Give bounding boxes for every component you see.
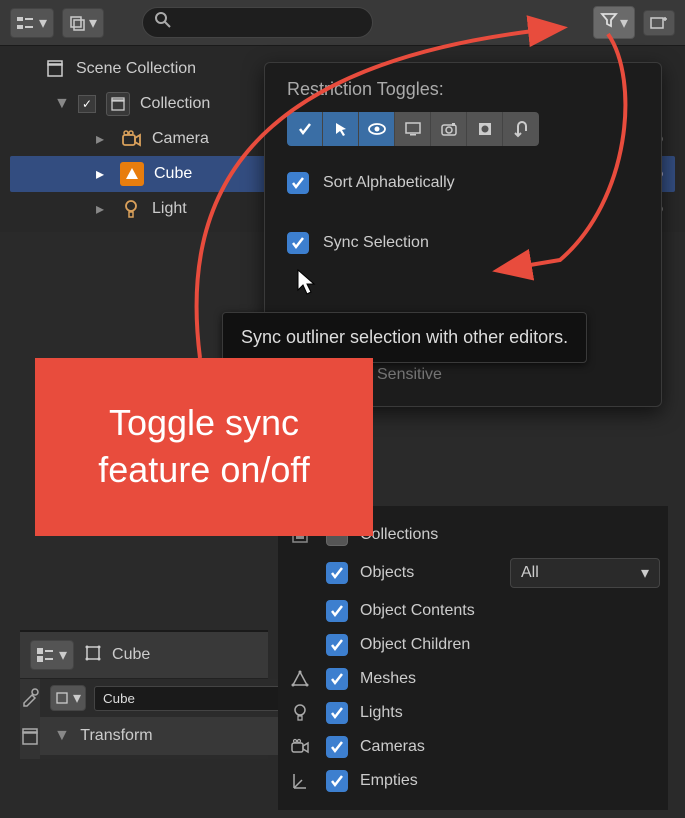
toggle-selectable[interactable]: [287, 112, 323, 146]
filter-object-children-row[interactable]: Object Children: [286, 628, 660, 662]
collection-icon: [106, 92, 130, 116]
scene-icon: [44, 58, 66, 80]
filter-objects-row[interactable]: Objects All ▾: [286, 552, 660, 594]
search-icon: [155, 12, 171, 33]
mesh-icon: [120, 162, 144, 186]
chevron-down-icon: ▾: [73, 688, 81, 708]
annotation-callout: Toggle sync feature on/off: [35, 358, 373, 536]
expand-arrow[interactable]: ▸: [96, 199, 110, 219]
object-children-checkbox[interactable]: [326, 634, 348, 656]
chevron-down-icon: ▾: [39, 13, 47, 33]
annotation-text: Toggle sync feature on/off: [55, 400, 353, 494]
toggle-cursor[interactable]: [323, 112, 359, 146]
chevron-down-icon: ▾: [89, 13, 97, 33]
sync-selection-row[interactable]: Sync Selection: [287, 226, 639, 260]
light-icon: [120, 198, 142, 220]
empty-filter-icon: [286, 772, 314, 790]
search-input[interactable]: [142, 7, 372, 38]
objects-filter-dropdown[interactable]: All ▾: [510, 558, 660, 588]
cameras-checkbox[interactable]: [326, 736, 348, 758]
transform-label: Transform: [80, 727, 152, 744]
object-contents-checkbox[interactable]: [326, 600, 348, 622]
tool-tab-icon[interactable]: [20, 687, 40, 712]
toggle-holdout[interactable]: [467, 112, 503, 146]
expand-arrow[interactable]: ▼: [54, 95, 68, 113]
scene-tab-icon[interactable]: [21, 728, 39, 751]
sensitive-label: Sensitive: [377, 360, 639, 390]
restriction-toggles: [287, 112, 639, 146]
filter-lights-row[interactable]: Lights: [286, 696, 660, 730]
camera-filter-icon: [286, 739, 314, 755]
chevron-down-icon: ▾: [641, 563, 649, 583]
toggle-viewport[interactable]: [395, 112, 431, 146]
filter-label: Object Children: [360, 636, 470, 654]
toggle-indirect[interactable]: [503, 112, 539, 146]
light-filter-icon: [286, 703, 314, 723]
properties-panel: ▾ Cube ▾ ▼ Transform: [20, 630, 268, 759]
sync-tooltip: Sync outliner selection with other edito…: [222, 312, 587, 363]
object-datablock-button[interactable]: ▾: [50, 685, 86, 711]
scene-collection-label: Scene Collection: [76, 60, 196, 78]
filter-label: Meshes: [360, 670, 416, 688]
expand-arrow[interactable]: ▸: [96, 129, 110, 149]
display-mode-button[interactable]: ▾: [10, 8, 54, 38]
filter-empties-row[interactable]: Empties: [286, 764, 660, 798]
transform-panel-header[interactable]: ▼ Transform: [40, 717, 299, 755]
restriction-toggles-label: Restriction Toggles:: [287, 79, 639, 100]
mesh-filter-icon: [286, 670, 314, 688]
filter-label: Lights: [360, 704, 403, 722]
new-collection-button[interactable]: [643, 10, 675, 36]
chevron-down-icon: ▾: [59, 645, 67, 665]
collection-checkbox[interactable]: [78, 95, 96, 113]
filter-object-contents-row[interactable]: Object Contents: [286, 594, 660, 628]
filter-label: Empties: [360, 772, 418, 790]
sort-alphabetically-row[interactable]: Sort Alphabetically: [287, 166, 639, 200]
tooltip-text: Sync outliner selection with other edito…: [241, 327, 568, 347]
item-label: Cube: [154, 165, 192, 183]
sync-checkbox[interactable]: [287, 232, 309, 254]
sort-checkbox[interactable]: [287, 172, 309, 194]
item-label: Light: [152, 200, 187, 218]
breadcrumb-icon: [84, 644, 102, 667]
properties-header: ▾ Cube: [20, 632, 268, 679]
view-layer-button[interactable]: ▾: [62, 8, 104, 38]
empties-checkbox[interactable]: [326, 770, 348, 792]
filter-label: Cameras: [360, 738, 425, 756]
item-label: Camera: [152, 130, 209, 148]
editor-type-button[interactable]: ▾: [30, 640, 74, 670]
filter-cameras-row[interactable]: Cameras: [286, 730, 660, 764]
expand-arrow: ▼: [54, 727, 70, 744]
object-name-input[interactable]: [94, 686, 289, 711]
toggle-visible[interactable]: [359, 112, 395, 146]
filter-meshes-row[interactable]: Meshes: [286, 662, 660, 696]
dropdown-value: All: [521, 564, 539, 582]
breadcrumb-label: Cube: [112, 646, 150, 664]
filter-categories-panel: Collections Objects All ▾ Object Content…: [278, 506, 668, 810]
filter-button[interactable]: ▾: [593, 6, 635, 39]
funnel-icon: [600, 11, 618, 34]
filter-label: Object Contents: [360, 602, 475, 620]
meshes-checkbox[interactable]: [326, 668, 348, 690]
outliner-toolbar: ▾ ▾ ▾: [0, 0, 685, 46]
sort-label: Sort Alphabetically: [323, 174, 455, 192]
lights-checkbox[interactable]: [326, 702, 348, 724]
collection-label: Collection: [140, 95, 210, 113]
sync-label: Sync Selection: [323, 234, 429, 252]
objects-checkbox[interactable]: [326, 562, 348, 584]
object-name-field: ▾: [40, 679, 299, 717]
chevron-down-icon: ▾: [620, 13, 628, 33]
toggle-render[interactable]: [431, 112, 467, 146]
expand-arrow[interactable]: ▸: [96, 164, 110, 184]
filter-label: Objects: [360, 564, 414, 582]
camera-icon: [120, 128, 142, 150]
